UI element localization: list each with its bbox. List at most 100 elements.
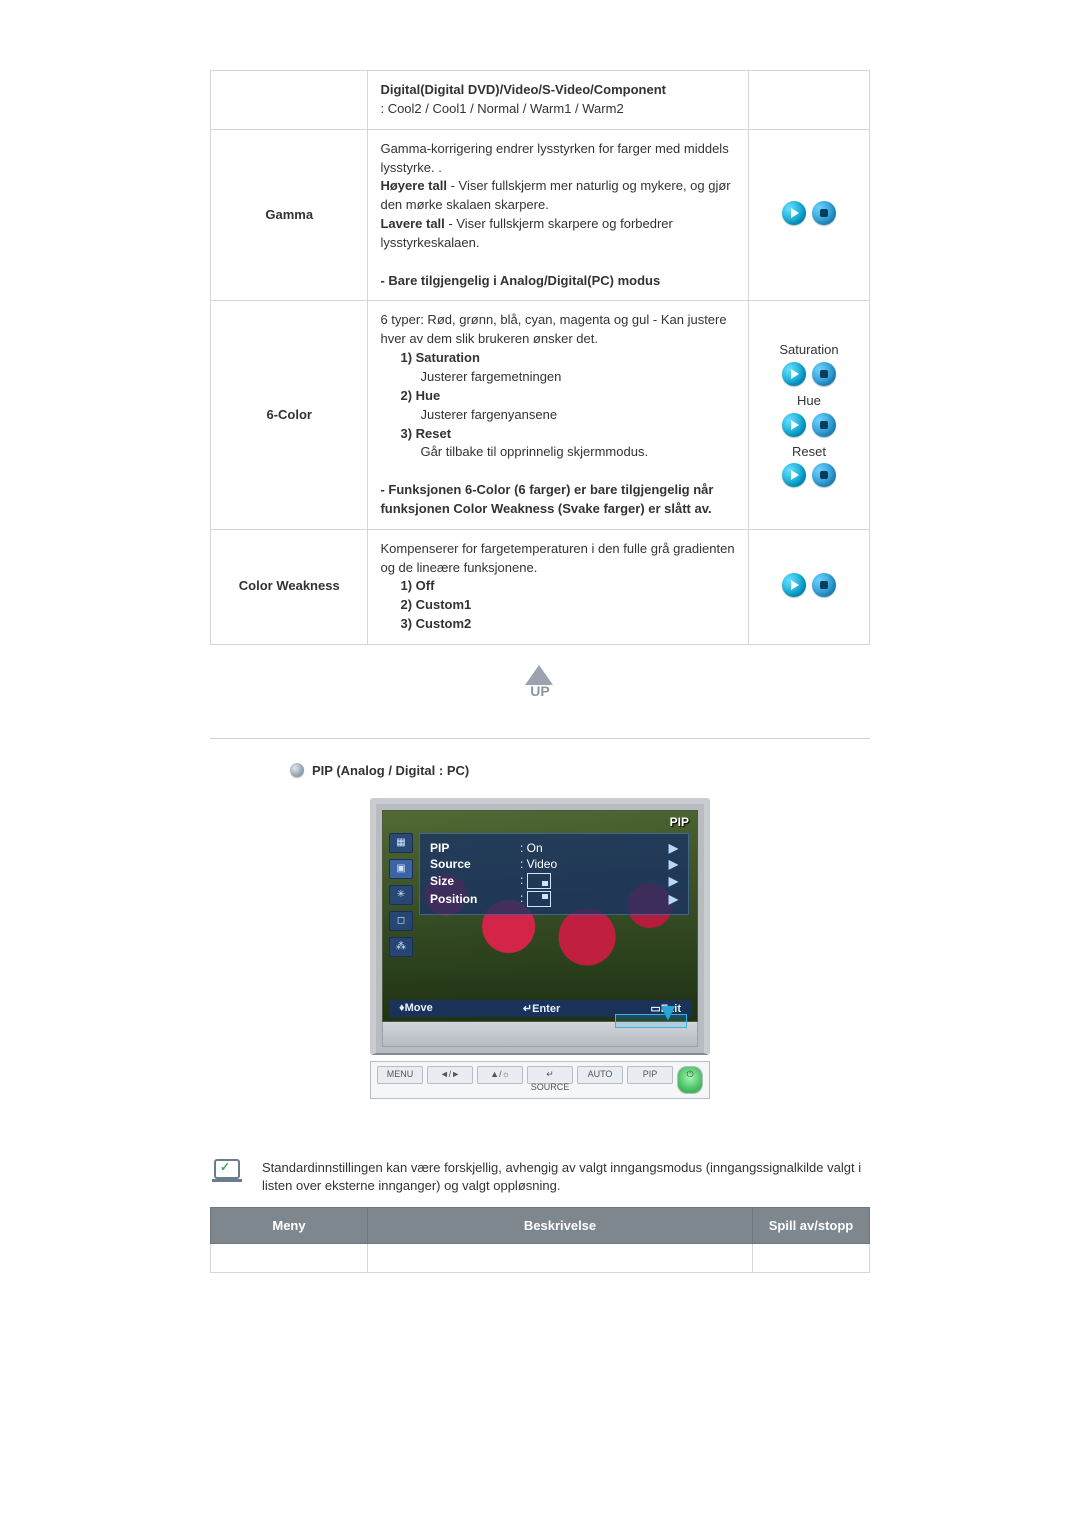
stop-icon[interactable] — [812, 201, 836, 225]
th-playstop: Spill av/stopp — [753, 1208, 870, 1244]
osd-title: PIP — [670, 815, 689, 829]
desc-6color: 6 typer: Rød, grønn, blå, cyan, magenta … — [368, 301, 749, 529]
position-icon — [527, 891, 551, 907]
osd-icon-pip: ▣ — [389, 859, 413, 879]
cw-o2: 2) Custom1 — [400, 597, 471, 612]
pip-table: Meny Beskrivelse Spill av/stopp — [210, 1207, 870, 1273]
digital-sub: : Cool2 / Cool1 / Normal / Warm1 / Warm2 — [380, 101, 623, 116]
osd-icon-size: ◻ — [389, 911, 413, 931]
pointer-arrow-icon — [661, 1006, 675, 1020]
osd-icon-setup: ✳ — [389, 885, 413, 905]
monitor-bezel-bottom — [382, 1022, 698, 1047]
menu-colorweakness: Color Weakness — [211, 529, 368, 644]
hw-button-auto[interactable]: AUTO — [577, 1066, 623, 1084]
empty-cell — [211, 1244, 368, 1273]
hw-sublabel-source: SOURCE — [527, 1082, 573, 1092]
pip-monitor-figure: PIP ▦ ▣ ✳ ◻ ⁂ PIP : On ▶ Source — [370, 798, 710, 1099]
chevron-right-icon: ▶ — [669, 874, 678, 888]
note-icon — [210, 1159, 246, 1193]
chevron-right-icon: ▶ — [669, 841, 678, 855]
hw-button-menu[interactable]: MENU — [377, 1066, 423, 1084]
gamma-note: - Bare tilgjengelig i Analog/Digital(PC)… — [380, 273, 660, 288]
stop-icon[interactable] — [812, 413, 836, 437]
cw-p: Kompenserer for fargetemperaturen i den … — [380, 541, 734, 575]
note-text: Standardinnstillingen kan være forskjell… — [262, 1159, 870, 1195]
osd-footer-enter: ↵Enter — [523, 1002, 560, 1015]
hw-button-brightness[interactable]: ◄/► — [427, 1066, 473, 1084]
ctrl-label-hue: Hue — [761, 392, 857, 411]
sixcolor-i1t: 1) Saturation — [400, 350, 479, 365]
back-to-top-link[interactable]: UP — [515, 665, 565, 705]
osd-panel: PIP : On ▶ Source : Video ▶ Size : ▶ — [419, 833, 689, 915]
osd-val-position: : — [520, 891, 669, 907]
highlight-box — [615, 1014, 687, 1028]
ctrl-colorweakness — [748, 529, 869, 644]
hw-button-power[interactable]: ⏻ — [677, 1066, 703, 1094]
gamma-p2a: Høyere tall — [380, 178, 446, 193]
osd-icon-info: ⁂ — [389, 937, 413, 957]
menu-6color: 6-Color — [211, 301, 368, 529]
table-row: Digital(Digital DVD)/Video/S-Video/Compo… — [211, 71, 870, 130]
gamma-p3a: Lavere tall — [380, 216, 444, 231]
osd-val-size: : — [520, 873, 669, 889]
osd-footer-move: ♦Move — [399, 1002, 433, 1015]
play-icon[interactable] — [782, 201, 806, 225]
section-title-pip: PIP (Analog / Digital : PC) — [290, 763, 870, 778]
osd-key-pip: PIP — [430, 841, 520, 855]
desc-colorweakness: Kompenserer for fargetemperaturen i den … — [368, 529, 749, 644]
desc-gamma: Gamma-korrigering endrer lysstyrken for … — [368, 129, 749, 301]
bullet-icon — [290, 763, 304, 777]
osd-key-position: Position — [430, 892, 520, 906]
note-row: Standardinnstillingen kan være forskjell… — [210, 1159, 870, 1195]
up-label: UP — [515, 683, 565, 699]
th-menu: Meny — [211, 1208, 368, 1244]
table-row — [211, 1244, 870, 1273]
hw-button-pip[interactable]: PIP — [627, 1066, 673, 1084]
ctrl-digital — [748, 71, 869, 130]
sixcolor-intro: 6 typer: Rød, grønn, blå, cyan, magenta … — [380, 312, 726, 346]
table-row: Color Weakness Kompenserer for fargetemp… — [211, 529, 870, 644]
osd-val-pip: : On — [520, 841, 669, 855]
size-icon — [527, 873, 551, 889]
sixcolor-i1d: Justerer fargemetningen — [420, 369, 561, 384]
menu-gamma: Gamma — [211, 129, 368, 301]
osd-icon-picture: ▦ — [389, 833, 413, 853]
osd-key-size: Size — [430, 874, 520, 888]
digital-title: Digital(Digital DVD)/Video/S-Video/Compo… — [380, 82, 666, 97]
sixcolor-note: - Funksjonen 6-Color (6 farger) er bare … — [380, 482, 713, 516]
play-icon[interactable] — [782, 573, 806, 597]
divider — [210, 738, 870, 739]
stop-icon[interactable] — [812, 463, 836, 487]
table-header-row: Meny Beskrivelse Spill av/stopp — [211, 1208, 870, 1244]
play-icon[interactable] — [782, 463, 806, 487]
monitor-frame: PIP ▦ ▣ ✳ ◻ ⁂ PIP : On ▶ Source — [370, 798, 710, 1055]
monitor-screen: PIP ▦ ▣ ✳ ◻ ⁂ PIP : On ▶ Source — [382, 810, 698, 1022]
ctrl-label-saturation: Saturation — [761, 341, 857, 360]
chevron-right-icon: ▶ — [669, 892, 678, 906]
hw-button-upbright[interactable]: ▲/☼ — [477, 1066, 523, 1084]
stop-icon[interactable] — [812, 362, 836, 386]
gamma-p1: Gamma-korrigering endrer lysstyrken for … — [380, 141, 728, 175]
stop-icon[interactable] — [812, 573, 836, 597]
play-icon[interactable] — [782, 413, 806, 437]
cw-o1: 1) Off — [400, 578, 434, 593]
osd-sidebar: ▦ ▣ ✳ ◻ ⁂ — [389, 833, 413, 957]
play-icon[interactable] — [782, 362, 806, 386]
empty-cell — [753, 1244, 870, 1273]
osd-key-source: Source — [430, 857, 520, 871]
sixcolor-i3t: 3) Reset — [400, 426, 451, 441]
empty-cell — [368, 1244, 753, 1273]
cw-o3: 3) Custom2 — [400, 616, 471, 631]
sixcolor-i2d: Justerer fargenyansene — [420, 407, 557, 422]
ctrl-label-reset: Reset — [761, 443, 857, 462]
section-title-text: PIP (Analog / Digital : PC) — [312, 763, 469, 778]
up-arrow-icon — [525, 665, 553, 685]
sixcolor-i2t: 2) Hue — [400, 388, 440, 403]
ctrl-gamma — [748, 129, 869, 301]
hardware-button-bar: MENU ◄/► ▲/☼ ↵ SOURCE AUTO PIP ⏻ — [370, 1061, 710, 1099]
sixcolor-i3d: Går tilbake til opprinnelig skjermmodus. — [420, 444, 648, 459]
menu-cell-empty — [211, 71, 368, 130]
th-description: Beskrivelse — [368, 1208, 753, 1244]
desc-digital: Digital(Digital DVD)/Video/S-Video/Compo… — [368, 71, 749, 130]
settings-table: Digital(Digital DVD)/Video/S-Video/Compo… — [210, 70, 870, 645]
